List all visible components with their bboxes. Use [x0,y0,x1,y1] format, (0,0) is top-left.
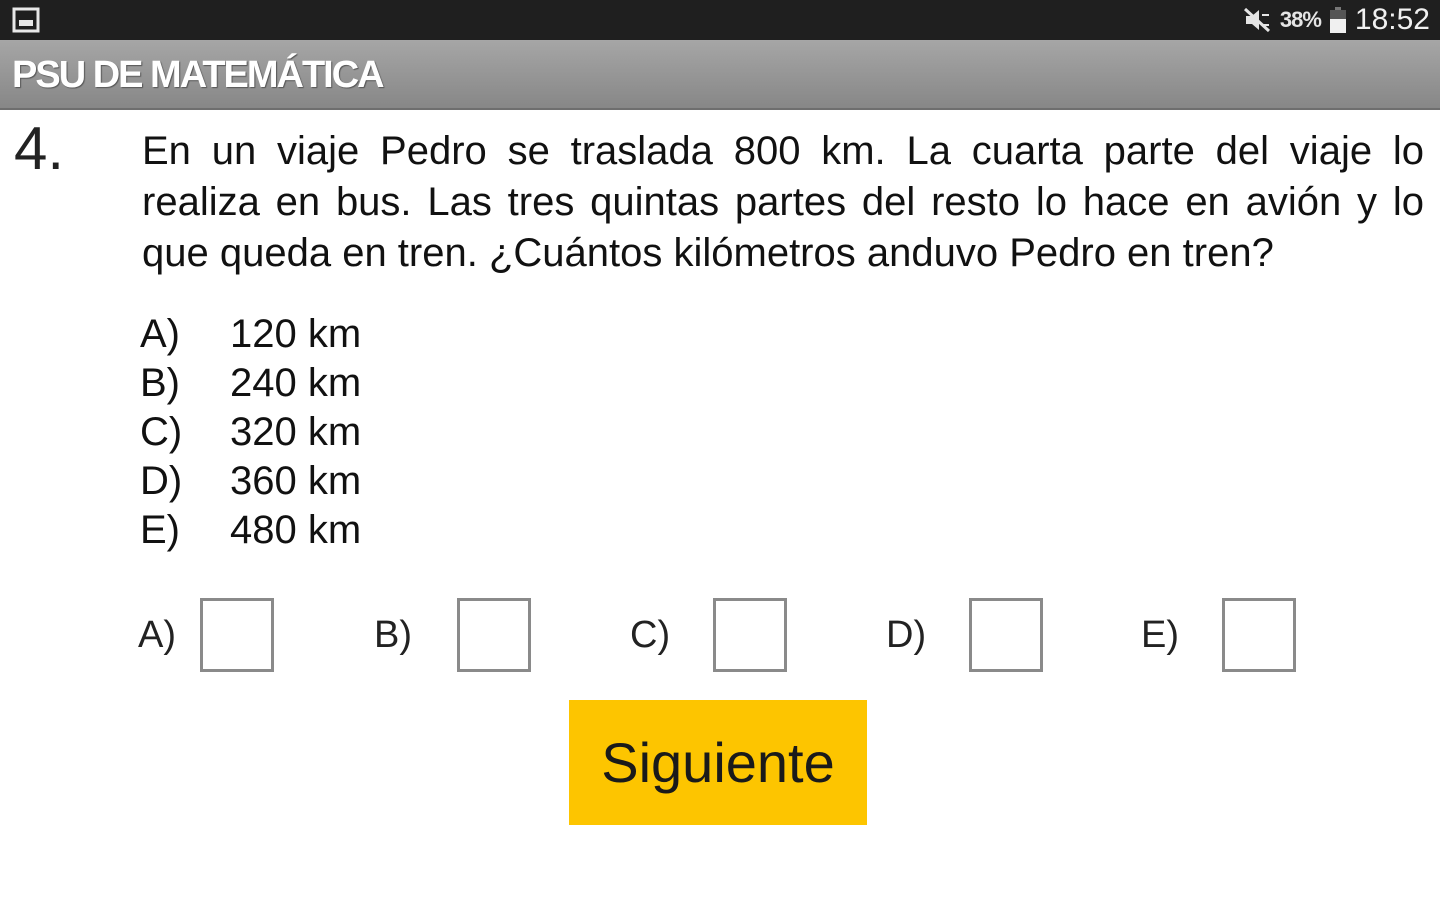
option-c: C) 320 km [140,408,361,457]
answer-b-label: B) [374,613,412,656]
answer-a-label: A) [138,613,176,656]
status-bar: 38% 18:52 [0,0,1440,40]
option-letter: A) [140,312,180,356]
option-value: 240 km [230,361,362,405]
answer-c-label: C) [630,613,671,656]
answer-c-checkbox[interactable] [713,598,787,672]
mute-vibrate-icon [1243,7,1270,33]
answer-d: D) [886,596,1043,674]
answer-a-checkbox[interactable] [200,598,274,672]
answer-a: A) [138,596,274,674]
question-text: En un viaje Pedro se traslada 800 km. La… [142,129,1424,275]
option-value: 360 km [230,459,362,503]
app-title-bar: PSU DE MATEMÁTICA [0,40,1440,110]
answer-d-checkbox[interactable] [969,598,1043,672]
answer-c: C) [630,596,787,674]
option-b: B) 240 km [140,359,361,408]
option-letter: C) [140,410,183,454]
answer-d-label: D) [886,613,927,656]
status-time: 18:52 [1354,3,1430,36]
option-a: A) 120 km [140,310,361,359]
option-e: E) 480 km [140,506,361,555]
answer-b-checkbox[interactable] [457,598,531,672]
battery-icon [1329,7,1346,33]
answer-e-label: E) [1141,613,1179,656]
option-letter: D) [140,459,183,503]
question-number: 4. [14,115,65,182]
answer-options-list: A) 120 km B) 240 km C) 320 km D) 360 km … [140,310,361,555]
option-letter: B) [140,361,180,405]
answer-selector-row: A) B) C) D) E) [0,596,1440,676]
app-title: PSU DE MATEMÁTICA [12,54,385,96]
status-indicators: 38% 18:52 [1242,0,1430,40]
image-notification-icon [12,7,40,33]
next-button[interactable]: Siguiente [569,700,867,825]
option-value: 320 km [230,410,362,454]
battery-percent: 38% [1279,7,1322,32]
option-d: D) 360 km [140,457,361,506]
option-value: 480 km [230,508,362,552]
option-value: 120 km [230,312,362,356]
option-letter: E) [140,508,180,552]
answer-e: E) [1141,596,1296,674]
answer-e-checkbox[interactable] [1222,598,1296,672]
answer-b: B) [374,596,531,674]
